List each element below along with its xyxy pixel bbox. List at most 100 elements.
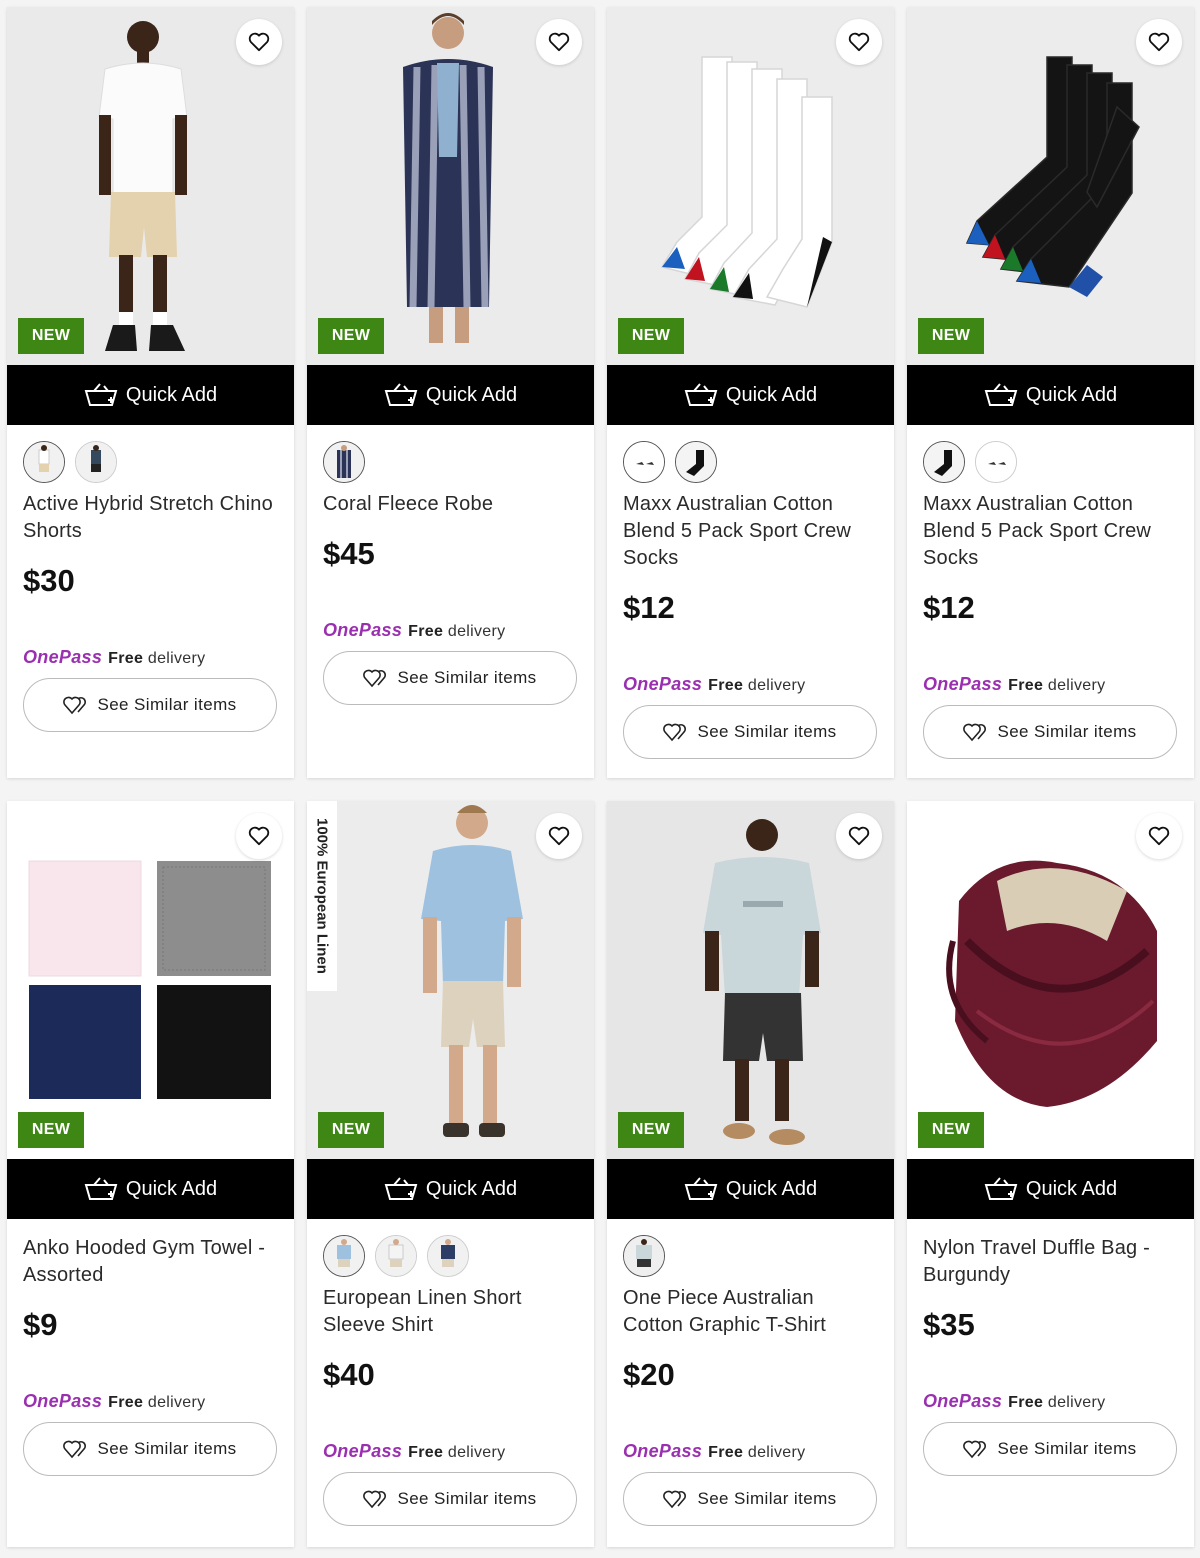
product-title[interactable]: Nylon Travel Duffle Bag - Burgundy — [923, 1235, 1178, 1289]
product-card[interactable]: NEW Quick Add Maxx Australian Cotton Ble… — [907, 7, 1194, 778]
free-text: Free — [1008, 1394, 1044, 1411]
product-grid: NEW Quick Add Active Hybrid Stretch Chin… — [0, 0, 1200, 1558]
product-card[interactable]: NEW Quick Add Maxx Australian Cotton Ble… — [607, 7, 894, 778]
product-title[interactable]: Maxx Australian Cotton Blend 5 Pack Spor… — [923, 491, 1178, 572]
product-card[interactable]: NEW Quick Add One Piece Australian Cotto… — [607, 801, 894, 1547]
color-swatch[interactable] — [975, 441, 1017, 483]
product-price: $20 — [623, 1357, 675, 1392]
color-swatch[interactable] — [323, 1235, 365, 1277]
similar-hearts-icon — [63, 1440, 87, 1459]
onepass-free-delivery: OnePass Free delivery — [923, 674, 1178, 695]
product-title[interactable]: Coral Fleece Robe — [323, 491, 578, 518]
product-card[interactable]: NEW Quick Add Anko Hooded Gym Towel - As… — [7, 801, 294, 1547]
quick-add-button[interactable]: Quick Add — [907, 1159, 1194, 1219]
product-price: $12 — [623, 590, 675, 625]
swatch-thumbnail — [324, 1236, 364, 1276]
color-swatches — [23, 441, 278, 483]
color-swatch[interactable] — [375, 1235, 417, 1277]
see-similar-button[interactable]: See Similar items — [923, 1422, 1177, 1476]
quick-add-button[interactable]: Quick Add — [7, 1159, 294, 1219]
see-similar-button[interactable]: See Similar items — [623, 1472, 877, 1526]
product-card[interactable]: NEW Quick Add Nylon Travel Duffle Bag - … — [907, 801, 1194, 1547]
see-similar-button[interactable]: See Similar items — [23, 1422, 277, 1476]
linen-side-label-text: 100% European Linen — [313, 818, 331, 974]
product-image[interactable]: NEW — [907, 801, 1194, 1159]
new-badge: NEW — [918, 318, 984, 354]
color-swatch[interactable] — [323, 441, 365, 483]
see-similar-button[interactable]: See Similar items — [323, 1472, 577, 1526]
similar-hearts-icon — [963, 1440, 987, 1459]
product-title[interactable]: Anko Hooded Gym Towel - Assorted — [23, 1235, 278, 1289]
product-card[interactable]: NEW Quick Add Coral Fleece Robe $45 OneP… — [307, 7, 594, 778]
product-card[interactable]: NEW Quick Add Active Hybrid Stretch Chin… — [7, 7, 294, 778]
wishlist-heart-button[interactable] — [1136, 19, 1182, 65]
quick-add-button[interactable]: Quick Add — [607, 365, 894, 425]
color-swatch[interactable] — [75, 441, 117, 483]
product-image[interactable]: NEW — [7, 801, 294, 1159]
product-image[interactable]: NEW — [607, 7, 894, 365]
product-image[interactable]: NEW — [307, 7, 594, 365]
quick-add-button[interactable]: Quick Add — [307, 1159, 594, 1219]
product-title[interactable]: One Piece Australian Cotton Graphic T-Sh… — [623, 1285, 878, 1339]
heart-icon — [1148, 826, 1170, 846]
color-swatch[interactable] — [623, 1235, 665, 1277]
see-similar-button[interactable]: See Similar items — [323, 651, 577, 705]
wishlist-heart-button[interactable] — [1136, 813, 1182, 859]
see-similar-button[interactable]: See Similar items — [23, 678, 277, 732]
quick-add-label: Quick Add — [425, 383, 518, 406]
quick-add-button[interactable]: Quick Add — [7, 365, 294, 425]
similar-hearts-icon — [963, 723, 987, 742]
product-card[interactable]: 100% European Linen NEW Quick Add Europe… — [307, 801, 594, 1547]
product-price: $40 — [323, 1357, 375, 1392]
basket-icon — [984, 383, 1018, 406]
delivery-text: delivery — [147, 1394, 206, 1411]
onepass-logo: OnePass — [923, 1391, 1003, 1411]
product-title[interactable]: Maxx Australian Cotton Blend 5 Pack Spor… — [623, 491, 878, 572]
new-badge: NEW — [18, 318, 84, 354]
wishlist-heart-button[interactable] — [236, 813, 282, 859]
color-swatch[interactable] — [23, 441, 65, 483]
see-similar-label: See Similar items — [697, 1489, 837, 1508]
see-similar-button[interactable]: See Similar items — [923, 705, 1177, 759]
free-text: Free — [408, 1444, 444, 1461]
onepass-logo: OnePass — [623, 674, 703, 694]
swatch-thumbnail — [676, 442, 716, 482]
free-text: Free — [408, 623, 444, 640]
product-image[interactable]: NEW — [7, 7, 294, 365]
wishlist-heart-button[interactable] — [536, 813, 582, 859]
product-price: $45 — [323, 536, 375, 571]
quick-add-label: Quick Add — [1025, 1177, 1118, 1200]
color-swatches — [923, 441, 1178, 483]
color-swatch[interactable] — [427, 1235, 469, 1277]
quick-add-button[interactable]: Quick Add — [307, 365, 594, 425]
quick-add-label: Quick Add — [1025, 383, 1118, 406]
color-swatch[interactable] — [675, 441, 717, 483]
similar-hearts-icon — [663, 1490, 687, 1509]
wishlist-heart-button[interactable] — [836, 19, 882, 65]
free-text: Free — [1008, 677, 1044, 694]
basket-icon — [384, 1177, 418, 1200]
product-image[interactable]: NEW — [907, 7, 1194, 365]
wishlist-heart-button[interactable] — [836, 813, 882, 859]
color-swatch[interactable] — [623, 441, 665, 483]
color-swatch[interactable] — [923, 441, 965, 483]
product-title[interactable]: Active Hybrid Stretch Chino Shorts — [23, 491, 278, 545]
product-title[interactable]: European Linen Short Sleeve Shirt — [323, 1285, 578, 1339]
quick-add-label: Quick Add — [125, 383, 218, 406]
product-image[interactable]: NEW — [607, 801, 894, 1159]
quick-add-button[interactable]: Quick Add — [907, 365, 1194, 425]
free-text: Free — [108, 650, 144, 667]
see-similar-label: See Similar items — [97, 1439, 237, 1458]
quick-add-label: Quick Add — [125, 1177, 218, 1200]
free-text: Free — [108, 1394, 144, 1411]
new-badge: NEW — [918, 1112, 984, 1148]
see-similar-label: See Similar items — [997, 1439, 1137, 1458]
swatch-thumbnail — [76, 442, 116, 482]
product-image[interactable]: 100% European Linen NEW — [307, 801, 594, 1159]
see-similar-label: See Similar items — [997, 722, 1137, 741]
wishlist-heart-button[interactable] — [236, 19, 282, 65]
color-swatches — [323, 1235, 578, 1277]
wishlist-heart-button[interactable] — [536, 19, 582, 65]
see-similar-button[interactable]: See Similar items — [623, 705, 877, 759]
quick-add-button[interactable]: Quick Add — [607, 1159, 894, 1219]
